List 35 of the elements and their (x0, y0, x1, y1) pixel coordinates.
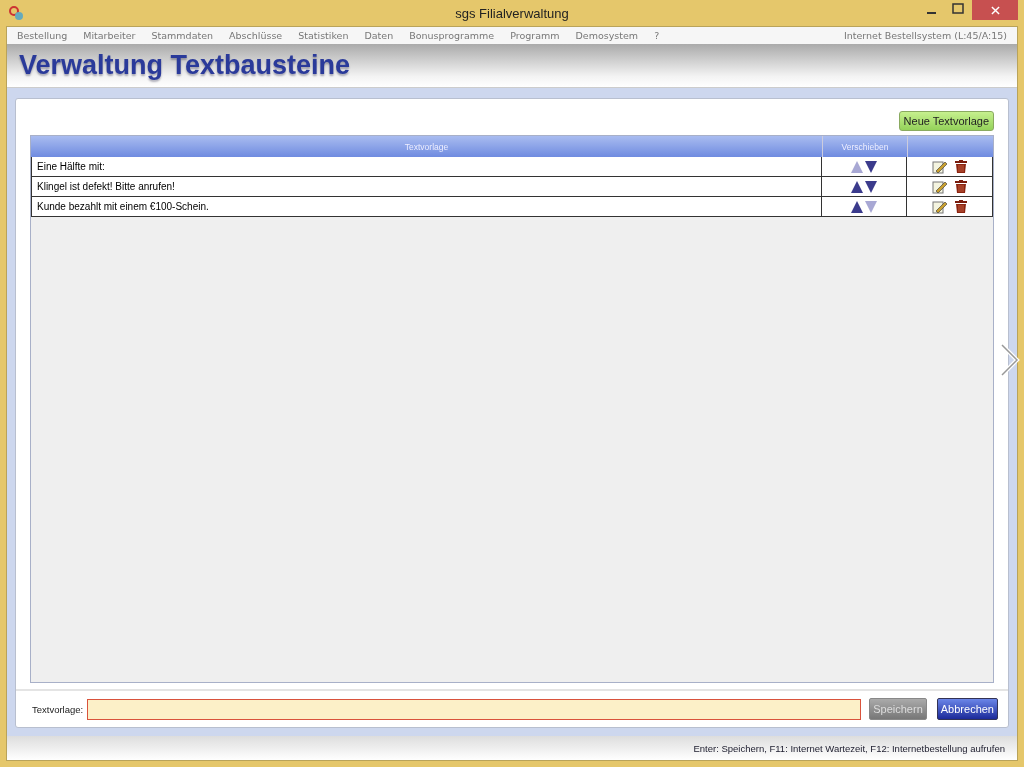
system-info: Internet Bestellsystem (L:45/A:15) (843, 30, 1007, 41)
menu-item[interactable]: Statistiken (298, 30, 349, 41)
close-icon (990, 5, 1000, 15)
down-arrow-icon[interactable] (865, 180, 877, 193)
new-template-button[interactable]: Neue Textvorlage (898, 111, 994, 131)
app-icon (8, 5, 24, 21)
close-button[interactable] (972, 0, 1018, 20)
edit-icon[interactable] (932, 159, 948, 174)
cancel-button[interactable]: Abbrechen (936, 698, 998, 720)
menu-item[interactable]: Bestellung (17, 30, 68, 41)
table-cell: Klingel ist defekt! Bitte anrufen! (32, 177, 822, 196)
table-cell: Kunde bezahlt mit einem €100-Schein. (32, 197, 822, 216)
up-arrow-icon[interactable] (851, 180, 863, 193)
chevron-right-icon[interactable] (999, 343, 1021, 377)
menu-item[interactable]: ? (654, 30, 660, 41)
trash-icon[interactable] (955, 200, 967, 213)
edit-icon[interactable] (932, 199, 948, 214)
menu-item[interactable]: Abschlüsse (229, 30, 283, 41)
trash-icon[interactable] (955, 180, 967, 193)
template-input[interactable] (87, 698, 862, 720)
page-title: Verwaltung Textbausteine (19, 50, 351, 81)
up-arrow-icon[interactable] (851, 200, 863, 213)
window-title: sgs Filialverwaltung (455, 5, 569, 21)
menu-item[interactable]: Programm (510, 30, 560, 41)
table-cell: Eine Hälfte mit: (32, 157, 822, 176)
menu-item[interactable]: Daten (364, 30, 394, 41)
status-text: Enter: Speichern, F11: Internet Wartezeit, F12: Internetbestellung aufrufen (693, 742, 1005, 754)
menu-item[interactable]: Bonusprogramme (409, 30, 495, 41)
menu-item[interactable]: Demosystem (575, 30, 639, 41)
down-arrow-icon[interactable] (865, 160, 877, 173)
trash-icon[interactable] (955, 160, 967, 173)
menu-item[interactable]: Stammdaten (151, 30, 214, 41)
field-label: Textvorlage: (32, 703, 84, 715)
menu-item[interactable]: Mitarbeiter (83, 30, 136, 41)
edit-icon[interactable] (932, 179, 948, 194)
